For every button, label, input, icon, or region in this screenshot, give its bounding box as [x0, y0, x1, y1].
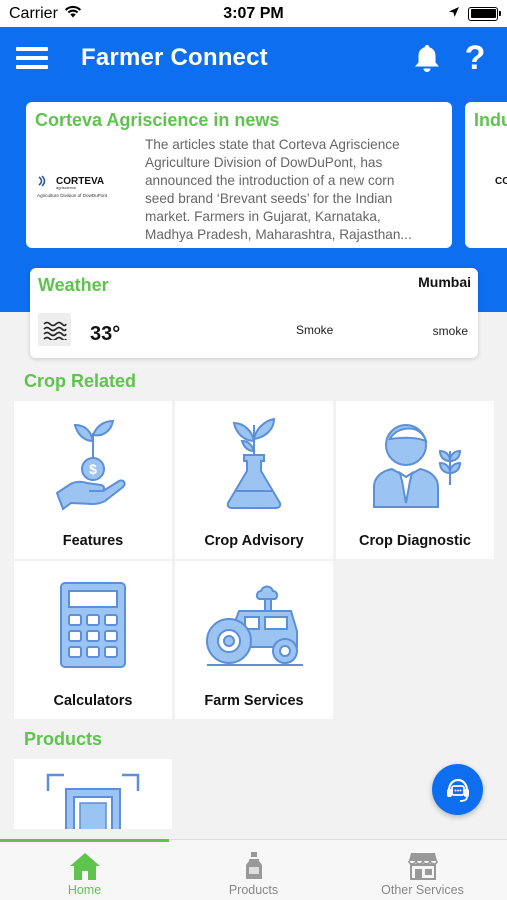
help-icon: ?: [464, 39, 486, 77]
weather-condition: Smoke: [296, 323, 334, 337]
news-title: Corteva Agriscience in news: [35, 110, 280, 130]
logo-sub: agriscience: [56, 185, 77, 190]
news-title: Indu: [474, 110, 507, 130]
support-headset-icon: [446, 778, 469, 802]
features-tile[interactable]: $ Features: [14, 401, 172, 559]
corteva-logo: CORTEVA: [474, 172, 507, 205]
news-card[interactable]: Corteva Agriscience in news CORTEVA agri…: [26, 102, 452, 248]
tab-other-services[interactable]: Other Services: [338, 840, 507, 900]
weather-title: Weather: [38, 275, 109, 295]
bottom-tab-bar: Home Products Other Services: [0, 839, 507, 900]
tile-label: Features: [62, 533, 124, 549]
support-button[interactable]: [432, 764, 483, 815]
farm-services-tile[interactable]: Farm Services: [175, 561, 333, 719]
help-button[interactable]: ?: [458, 38, 492, 78]
wifi-icon: [64, 5, 82, 23]
app-bar: Farmer Connect ?: [0, 27, 507, 89]
haze-icon: [38, 313, 71, 346]
weather-card[interactable]: Weather Mumbai 33° Smoke smoke: [30, 268, 478, 358]
status-bar: Carrier 3:07 PM: [0, 0, 507, 27]
tab-home[interactable]: Home: [0, 839, 169, 900]
expert-plant-icon: [373, 424, 462, 508]
weather-temperature: 33°: [90, 323, 121, 345]
notifications-button[interactable]: [410, 38, 444, 78]
home-icon: [69, 853, 100, 880]
tab-products[interactable]: Products: [169, 840, 338, 900]
logo-caption: Agriculture Division of DowDuPont: [37, 193, 108, 198]
flask-plant-icon: [226, 417, 282, 509]
menu-button[interactable]: [15, 38, 49, 78]
location-arrow-icon: [448, 5, 460, 23]
store-icon: [407, 853, 438, 880]
battery-icon: [468, 6, 501, 21]
carrier-label: Carrier: [9, 4, 58, 22]
svg-text:$: $: [89, 461, 97, 477]
product-tile[interactable]: [14, 759, 172, 829]
weather-condition-detail: smoke: [432, 324, 468, 338]
tab-label: Products: [228, 883, 279, 897]
weather-city: Mumbai: [418, 274, 471, 290]
corteva-logo: CORTEVA agriscience Agriculture Division…: [35, 172, 135, 205]
tab-label: Home: [67, 883, 102, 897]
tile-label: Crop Diagnostic: [359, 533, 471, 549]
app-title: Farmer Connect: [81, 44, 268, 71]
crop-related-heading: Crop Related: [24, 371, 137, 391]
tile-label: Calculators: [53, 693, 133, 709]
tab-label: Other Services: [381, 883, 464, 897]
tile-label: Farm Services: [204, 693, 304, 709]
crop-advisory-tile[interactable]: Crop Advisory: [175, 401, 333, 559]
news-card[interactable]: Indu CORTEVA: [465, 102, 507, 248]
tile-label: Crop Advisory: [204, 533, 304, 549]
calculators-tile[interactable]: Calculators: [14, 561, 172, 719]
bell-icon: [415, 45, 439, 72]
svg-text:CORTEVA: CORTEVA: [495, 176, 507, 187]
calculator-icon: [60, 582, 126, 668]
tractor-icon: [206, 585, 303, 666]
money-plant-hand-icon: $: [55, 419, 126, 511]
crop-diagnostic-tile[interactable]: Crop Diagnostic: [336, 401, 494, 559]
scan-frame-icon: [46, 773, 140, 829]
products-heading: Products: [24, 729, 103, 749]
news-summary: The articles state that Corteva Agriscie…: [145, 137, 412, 242]
hamburger-icon: [16, 47, 48, 69]
bottle-icon: [245, 852, 262, 879]
